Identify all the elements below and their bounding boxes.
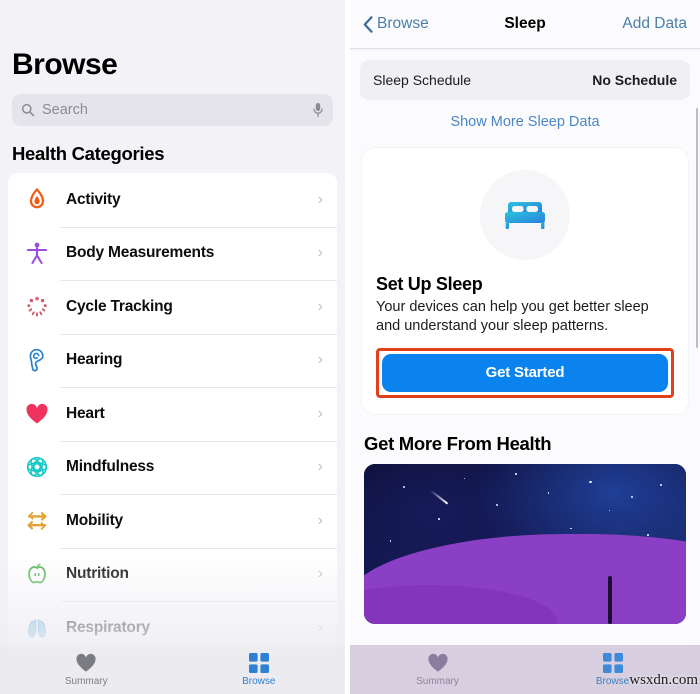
category-label: Respiratory bbox=[66, 618, 150, 636]
site-watermark: wsxdn.com bbox=[629, 672, 698, 688]
vertical-scrollbar[interactable] bbox=[695, 108, 698, 348]
category-label: Activity bbox=[66, 190, 121, 208]
category-row-mindfulness[interactable]: Mindfulness › bbox=[8, 440, 337, 494]
chevron-right-icon: › bbox=[317, 244, 323, 262]
sleep-screen: Browse Sleep Add Data Sleep Schedule No … bbox=[350, 0, 700, 694]
category-label: Nutrition bbox=[66, 565, 129, 583]
tab-browse[interactable]: Browse bbox=[173, 652, 346, 687]
tab-label: Summary bbox=[64, 675, 108, 687]
search-placeholder: Search bbox=[42, 102, 88, 118]
category-row-body-measurements[interactable]: Body Measurements › bbox=[8, 226, 337, 280]
chevron-right-icon: › bbox=[317, 351, 323, 369]
heart-icon bbox=[76, 653, 96, 672]
chevron-right-icon: › bbox=[317, 458, 323, 476]
add-data-button[interactable]: Add Data bbox=[622, 15, 687, 33]
navigation-bar: Browse Sleep Add Data bbox=[350, 0, 700, 49]
dark-pole bbox=[607, 575, 612, 624]
category-row-hearing[interactable]: Hearing › bbox=[8, 333, 337, 387]
sleep-schedule-label: Sleep Schedule bbox=[373, 72, 472, 88]
chevron-right-icon: › bbox=[317, 297, 323, 315]
brain-icon bbox=[22, 452, 52, 482]
heart-icon bbox=[22, 399, 52, 429]
get-started-highlight-box: Get Started bbox=[376, 347, 674, 398]
get-started-button[interactable]: Get Started bbox=[382, 353, 668, 392]
category-label: Mindfulness bbox=[66, 458, 155, 476]
sleep-schedule-value: No Schedule bbox=[592, 72, 677, 88]
ear-icon bbox=[22, 345, 52, 375]
grid-icon bbox=[602, 652, 623, 673]
dual-screenshot-container: Browse Search Health Categories Activity… bbox=[0, 0, 700, 694]
apple-icon bbox=[22, 559, 52, 589]
section-header-health-categories: Health Categories bbox=[12, 143, 165, 164]
chevron-right-icon: › bbox=[317, 511, 323, 529]
search-icon bbox=[21, 103, 35, 117]
flame-icon bbox=[22, 185, 52, 215]
sleep-schedule-section: Sleep Schedule No Schedule bbox=[350, 50, 700, 100]
tab-label: Browse bbox=[595, 675, 630, 687]
page-title: Browse bbox=[12, 48, 118, 81]
chevron-right-icon: › bbox=[317, 618, 323, 636]
chevron-right-icon: › bbox=[317, 404, 323, 422]
show-more-sleep-data-link[interactable]: Show More Sleep Data bbox=[350, 100, 700, 143]
tabbar-left: Summary Browse bbox=[0, 645, 345, 694]
category-label: Cycle Tracking bbox=[66, 297, 173, 315]
tab-summary[interactable]: Summary bbox=[350, 653, 525, 687]
microphone-icon[interactable] bbox=[312, 102, 324, 118]
setup-sleep-description: Your devices can help you get better sle… bbox=[376, 299, 649, 335]
setup-sleep-title: Set Up Sleep bbox=[376, 274, 483, 294]
search-input[interactable]: Search bbox=[12, 94, 333, 126]
category-label: Body Measurements bbox=[66, 244, 215, 262]
set-up-sleep-card: Set Up Sleep Your devices can help you g… bbox=[362, 148, 688, 414]
bed-icon bbox=[505, 202, 545, 229]
bed-icon-circle bbox=[480, 170, 570, 260]
promo-card-night-sky[interactable] bbox=[364, 463, 686, 624]
arrows-icon bbox=[22, 506, 52, 536]
lungs-icon bbox=[22, 613, 52, 643]
tab-label: Summary bbox=[416, 675, 459, 687]
sleep-schedule-row[interactable]: Sleep Schedule No Schedule bbox=[360, 60, 690, 100]
tab-summary[interactable]: Summary bbox=[0, 653, 173, 687]
category-row-heart[interactable]: Heart › bbox=[8, 387, 337, 441]
category-label: Heart bbox=[66, 404, 105, 422]
browse-screen: Browse Search Health Categories Activity… bbox=[0, 0, 345, 694]
person-icon bbox=[22, 238, 52, 268]
category-row-activity[interactable]: Activity › bbox=[8, 173, 337, 227]
back-label: Browse bbox=[377, 15, 429, 32]
tab-label: Browse bbox=[242, 675, 276, 687]
category-row-mobility[interactable]: Mobility › bbox=[8, 494, 337, 548]
category-label: Hearing bbox=[66, 351, 123, 369]
health-categories-list: Activity › Body Measurements › Cycle Tra… bbox=[8, 173, 337, 655]
chevron-right-icon: › bbox=[317, 190, 323, 208]
category-row-nutrition[interactable]: Nutrition › bbox=[8, 547, 337, 601]
grid-icon bbox=[248, 652, 269, 673]
category-row-cycle-tracking[interactable]: Cycle Tracking › bbox=[8, 280, 337, 334]
cycle-icon bbox=[22, 292, 52, 322]
heart-icon bbox=[427, 653, 448, 672]
category-label: Mobility bbox=[66, 511, 123, 529]
get-more-from-health-header: Get More From Health bbox=[364, 432, 552, 454]
chevron-left-icon bbox=[363, 15, 373, 33]
sleep-scroll-content[interactable]: Sleep Schedule No Schedule Show More Sle… bbox=[350, 50, 700, 694]
back-button[interactable]: Browse bbox=[363, 15, 429, 33]
chevron-right-icon: › bbox=[317, 565, 323, 583]
